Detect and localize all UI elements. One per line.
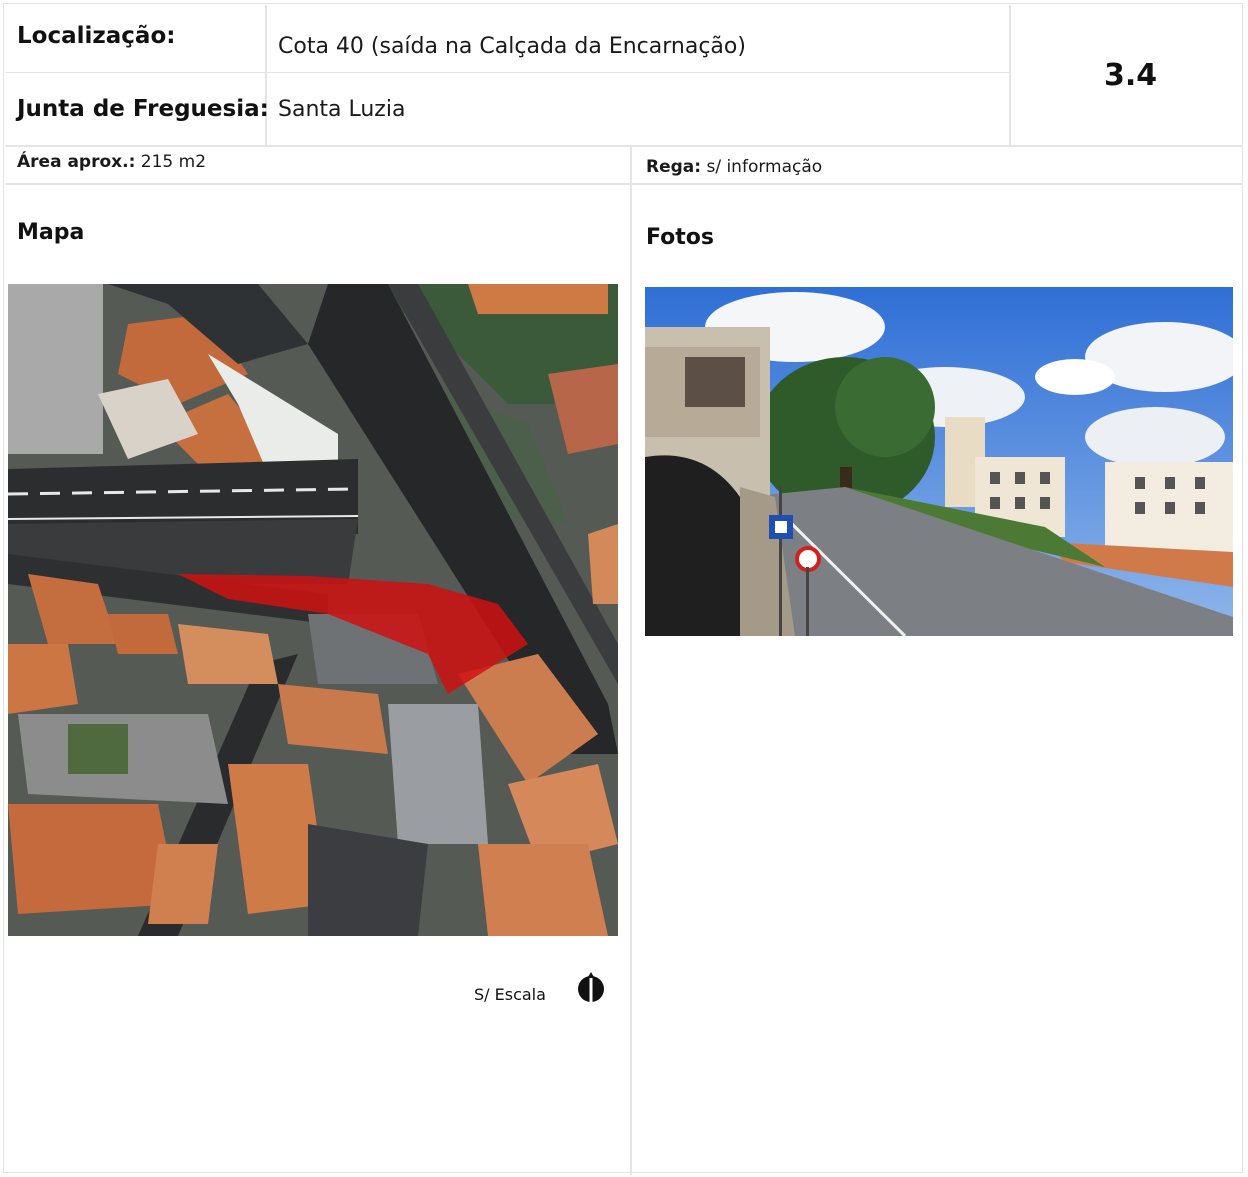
rega-label: Rega: [646,157,702,177]
record-code: 3.4 [1104,58,1158,93]
junta-value: Santa Luzia [278,97,406,122]
divider [5,145,1243,147]
localizacao-value: Cota 40 (saída na Calçada da Encarnação) [278,34,746,59]
north-arrow-icon [574,970,608,1004]
photos-title: Fotos [646,225,714,250]
aerial-map-image [8,284,618,936]
divider [5,72,1010,73]
divider [5,183,1243,185]
divider [630,145,632,1175]
rega-info: Rega: s/ informação [646,157,822,177]
map-title: Mapa [17,220,85,245]
area-label: Área aprox.: [17,152,136,172]
divider [1009,5,1011,145]
street-photo-image [645,287,1233,636]
divider [265,5,267,145]
area-value: 215 m2 [140,152,207,172]
street-photo [645,287,1233,636]
aerial-map [8,284,618,936]
rega-value: s/ informação [706,157,823,177]
area-info: Área aprox.: 215 m2 [17,152,206,172]
junta-label: Junta de Freguesia: [17,96,269,122]
scale-label: S/ Escala [474,985,546,1004]
localizacao-label: Localização: [17,23,176,49]
